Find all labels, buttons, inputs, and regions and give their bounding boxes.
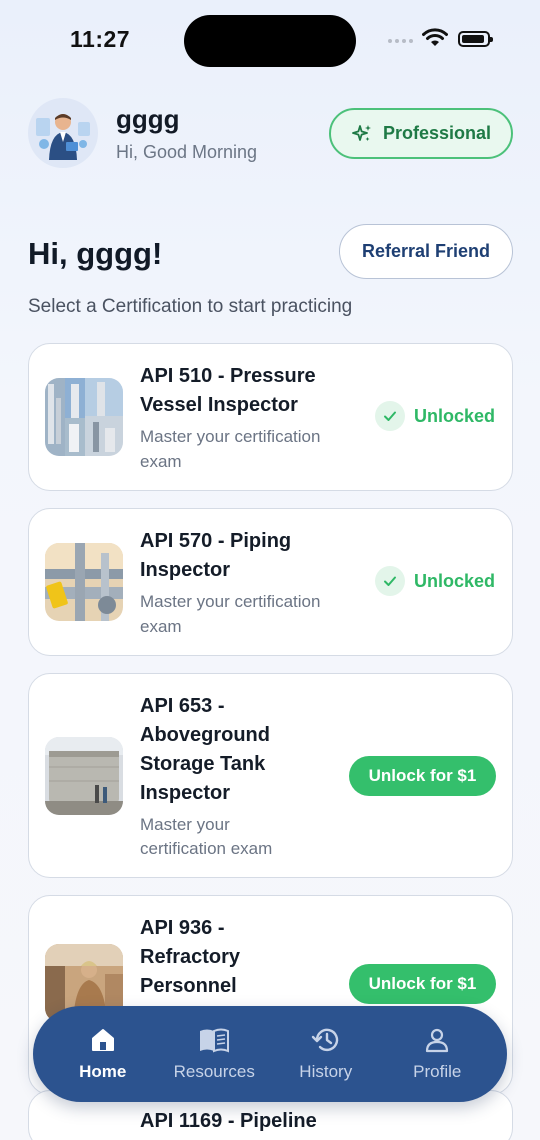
unlocked-label: Unlocked [414,570,496,591]
unlocked-status: Unlocked [375,401,495,431]
certification-title-line: API 1169 - Pipeline [140,1110,317,1132]
certification-title-line: API 570 - Piping [140,530,292,552]
nav-label: Profile [413,1062,462,1081]
certification-title-line: Aboveground [140,724,270,746]
plan-badge-label: Professional [382,123,492,143]
nav-label: Home [79,1062,127,1081]
user-name: gggg [116,104,180,134]
nav-label: Resources [173,1062,255,1081]
check-icon [375,566,405,596]
certification-title-line: Inspector [140,559,231,581]
certification-card-api-510[interactable]: API 510 - Pressure Vessel Inspector Mast… [28,343,513,491]
certification-title-line: API 653 - [140,695,225,717]
home-icon [91,1029,114,1051]
unlocked-status: Unlocked [375,566,495,596]
welcome-title: Hi, gggg! [28,236,163,271]
nav-item-history[interactable]: History [271,1026,381,1082]
status-time: 11:27 [70,26,131,52]
cellular-signal-icon [388,39,413,43]
wifi-icon [422,28,448,46]
certification-card-api-653[interactable]: API 653 - Aboveground Storage Tank Inspe… [28,673,513,878]
nav-item-profile[interactable]: Profile [382,1026,492,1082]
nav-label: History [299,1062,353,1081]
unlock-button[interactable]: Unlock for $1 [349,756,496,796]
certification-thumbnail [45,378,123,456]
history-icon [311,1028,338,1052]
certification-thumbnail [45,737,123,815]
referral-friend-button[interactable]: Referral Friend [339,224,513,279]
battery-icon [458,31,493,47]
book-icon [200,1028,230,1053]
certification-description: exam [140,452,182,471]
unlocked-label: Unlocked [414,405,496,426]
plan-badge[interactable]: Professional [329,108,513,159]
certification-thumbnail [45,543,123,621]
bottom-navigation: Home Resources History Profile [33,1006,507,1102]
nav-item-resources[interactable]: Resources [159,1026,269,1082]
dynamic-island [184,15,356,67]
avatar[interactable] [28,98,98,168]
welcome-subtitle: Select a Certification to start practici… [28,296,353,317]
certification-card-api-570[interactable]: API 570 - Piping Inspector Master your c… [28,508,513,656]
status-bar: 11:27 [0,0,540,80]
check-icon [375,401,405,431]
unlock-button[interactable]: Unlock for $1 [349,964,496,1004]
certification-title-line: Refractory [140,946,241,968]
user-icon [426,1028,449,1053]
certification-title-line: API 936 - [140,917,225,939]
greeting-text: Hi, Good Morning [116,142,258,162]
user-avatar-illustration-icon [36,114,90,160]
certification-description: certification exam [140,839,273,858]
sparkles-icon [352,124,371,141]
certification-title-line: Vessel Inspector [140,394,298,416]
certification-description: Master your certification [140,427,321,446]
nav-item-home[interactable]: Home [48,1026,158,1082]
certification-description: exam [140,617,182,636]
certification-title-line: Inspector [140,782,231,804]
certification-description: Master your [140,815,230,834]
certification-title-line: API 510 - Pressure [140,365,316,387]
certification-description: Master your certification [140,592,321,611]
certification-title-line: Storage Tank [140,753,266,775]
certification-title-line: Personnel [140,975,237,997]
